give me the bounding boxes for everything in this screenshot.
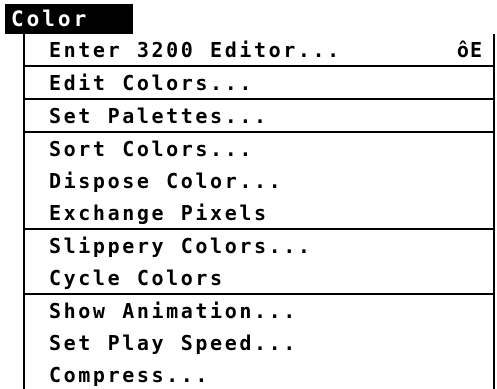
menu-item-enter-3200-editor[interactable]: Enter 3200 Editor... ôE xyxy=(25,36,493,63)
menu-item-label: Exchange Pixels xyxy=(49,200,269,225)
menu-item-slippery-colors[interactable]: Slippery Colors... xyxy=(25,232,493,259)
menu-separator xyxy=(25,131,493,133)
menu-item-edit-colors[interactable]: Edit Colors... xyxy=(25,69,493,96)
menu-item-exchange-pixels[interactable]: Exchange Pixels xyxy=(25,199,493,226)
menu-item-label: Show Animation... xyxy=(49,298,298,323)
menu-item-label: Dispose Color... xyxy=(49,168,284,193)
menu-title-color[interactable]: Color xyxy=(5,4,133,34)
menu-item-label: Sort Colors... xyxy=(49,136,254,161)
menu-item-set-play-speed[interactable]: Set Play Speed... xyxy=(25,329,493,356)
menu-item-label: Set Play Speed... xyxy=(49,330,298,355)
menu-item-label: Edit Colors... xyxy=(49,70,254,95)
menu-separator xyxy=(25,65,493,67)
menu-separator xyxy=(25,293,493,295)
menu-item-cycle-colors[interactable]: Cycle Colors xyxy=(25,264,493,291)
menu-item-compress[interactable]: Compress... xyxy=(25,361,493,388)
menu-separator xyxy=(25,228,493,230)
menu-item-shortcut: ôE xyxy=(456,37,483,62)
menu-item-sort-colors[interactable]: Sort Colors... xyxy=(25,135,493,162)
menu-item-label: Enter 3200 Editor... xyxy=(49,37,342,62)
menu-item-set-palettes[interactable]: Set Palettes... xyxy=(25,102,493,129)
menu-item-show-animation[interactable]: Show Animation... xyxy=(25,297,493,324)
menu-item-label: Cycle Colors xyxy=(49,265,225,290)
menu-item-dispose-color[interactable]: Dispose Color... xyxy=(25,167,493,194)
menu-item-label: Set Palettes... xyxy=(49,103,269,128)
menu-separator xyxy=(25,98,493,100)
menu-item-label: Compress... xyxy=(49,362,211,387)
color-menu-dropdown: Enter 3200 Editor... ôE Edit Colors... S… xyxy=(23,34,495,389)
menu-item-label: Slippery Colors... xyxy=(49,233,313,258)
